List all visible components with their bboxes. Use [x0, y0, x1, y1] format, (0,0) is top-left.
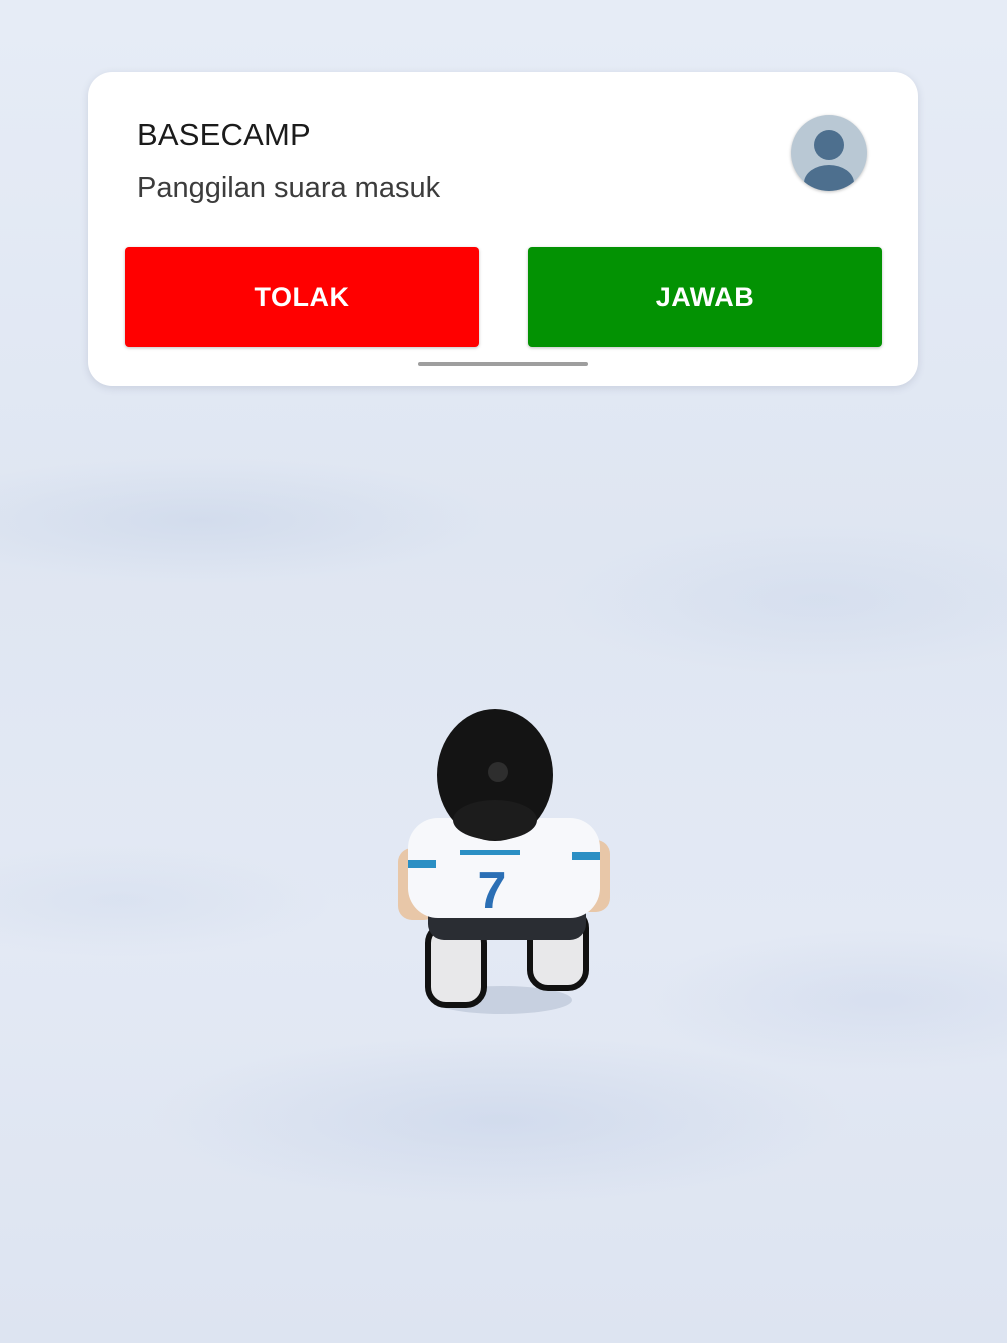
game-scene: BASECAMP Panggilan suara masuk TOLAK JAW… [0, 0, 1007, 1343]
answer-button-label: JAWAB [655, 281, 755, 312]
decline-button-label: TOLAK [254, 281, 350, 312]
notification-drag-handle[interactable] [418, 362, 588, 366]
jersey-number: 7 [478, 862, 507, 920]
incoming-call-notification[interactable]: BASECAMP Panggilan suara masuk TOLAK JAW… [88, 72, 918, 386]
answer-button[interactable]: JAWAB [528, 247, 882, 347]
caller-avatar [791, 115, 867, 191]
caller-name: BASECAMP [137, 117, 311, 152]
call-subtitle: Panggilan suara masuk [137, 172, 441, 204]
player-character: 7 [398, 709, 610, 1014]
person-icon [804, 130, 854, 191]
decline-button[interactable]: TOLAK [125, 247, 479, 347]
